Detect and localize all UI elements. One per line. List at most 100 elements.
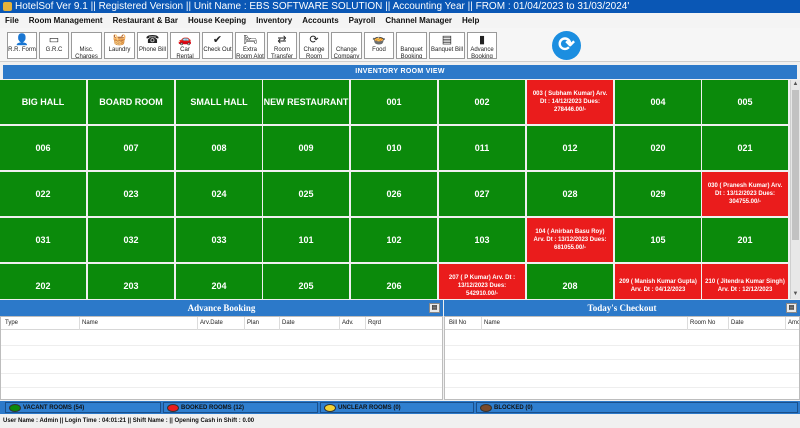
room-transfer-button[interactable]: ⇄ Room Transfer xyxy=(267,32,297,59)
refresh-icon[interactable]: ⟳ xyxy=(552,31,581,60)
room-tile[interactable]: 021 xyxy=(702,126,789,171)
misc-charges-button[interactable]: Misc. Charges xyxy=(71,32,102,59)
legend-item[interactable]: BOOKED ROOMS (12) xyxy=(163,402,318,413)
room-tile[interactable]: 208 xyxy=(527,264,614,299)
advance-booking-expand-button[interactable]: ▤ xyxy=(429,303,440,313)
room-tile[interactable]: NEW RESTAURANT xyxy=(263,80,350,125)
food-button[interactable]: 🍲 Food xyxy=(364,32,394,59)
room-tile[interactable]: 002 xyxy=(439,80,526,125)
advance-booking-table[interactable]: Type Name Arv.Date Plan Date Adv. Rqrd xyxy=(0,316,443,400)
menu-channel-manager[interactable]: Channel Manager xyxy=(380,13,457,28)
room-tile[interactable]: 027 xyxy=(439,172,526,217)
column-header-adv-[interactable]: Adv. xyxy=(339,317,354,330)
room-tile[interactable]: 202 xyxy=(0,264,87,299)
room-tile[interactable]: 008 xyxy=(176,126,263,171)
room-tile[interactable]: 030 ( Pranesh Kumar) Arv. Dt : 13/12/202… xyxy=(702,172,789,217)
laundry-button[interactable]: 🧺 Laundry xyxy=(104,32,135,59)
room-tile[interactable]: 010 xyxy=(351,126,438,171)
menu-room-management[interactable]: Room Management xyxy=(24,13,108,28)
change-company-label: Change Company xyxy=(333,47,360,59)
room-tile[interactable]: 032 xyxy=(88,218,175,263)
room-tile[interactable]: 020 xyxy=(615,126,702,171)
room-tile[interactable]: 209 ( Manish Kumar Gupta) Arv. Dt : 04/1… xyxy=(615,264,702,299)
check-out-button[interactable]: ✔ Check Out xyxy=(202,32,233,59)
room-tile[interactable]: 031 xyxy=(0,218,87,263)
room-tile[interactable]: 103 xyxy=(439,218,526,263)
menu-house-keeping[interactable]: House Keeping xyxy=(183,13,251,28)
legend-item[interactable]: BLOCKED (0) xyxy=(476,402,798,413)
room-tile[interactable]: 025 xyxy=(263,172,350,217)
room-tile[interactable]: 026 xyxy=(351,172,438,217)
column-header-room-no[interactable]: Room No xyxy=(687,317,715,330)
room-tile[interactable]: 029 xyxy=(615,172,702,217)
banquet-booking-label: Banquet Booking xyxy=(400,47,423,59)
legend-item[interactable]: UNCLEAR ROOMS (0) xyxy=(320,402,474,413)
room-tile[interactable]: 105 xyxy=(615,218,702,263)
menu-file[interactable]: File xyxy=(0,13,24,28)
room-tile[interactable]: 101 xyxy=(263,218,350,263)
room-tile[interactable]: SMALL HALL xyxy=(176,80,263,125)
room-tile[interactable]: 007 xyxy=(88,126,175,171)
column-header-name[interactable]: Name xyxy=(481,317,500,330)
column-header-arv-date[interactable]: Arv.Date xyxy=(197,317,223,330)
change-room-button[interactable]: ⟳ Change Room xyxy=(299,32,329,59)
column-header-type[interactable]: Type xyxy=(3,317,18,330)
room-tile[interactable]: 003 ( Subham Kumar) Arv. Dt : 14/12/2023… xyxy=(527,80,614,125)
column-header-rqrd[interactable]: Rqrd xyxy=(365,317,381,330)
phone-bill-button[interactable]: ☎ Phone Bill xyxy=(137,32,168,59)
room-tile[interactable]: 006 xyxy=(0,126,87,171)
room-tile[interactable]: 011 xyxy=(439,126,526,171)
menu-inventory[interactable]: Inventory xyxy=(251,13,297,28)
scroll-up-icon[interactable]: ▲ xyxy=(791,80,800,89)
column-header-plan[interactable]: Plan xyxy=(244,317,259,330)
room-tile[interactable]: 206 xyxy=(351,264,438,299)
extra-room-alot-button[interactable]: 🛏 Extra Room Alot xyxy=(235,32,265,59)
menu-payroll[interactable]: Payroll xyxy=(344,13,381,28)
banquet-booking-button[interactable]: Banquet Booking xyxy=(396,32,427,59)
room-tile[interactable]: 102 xyxy=(351,218,438,263)
car-rental-button[interactable]: 🚗 Car Rental xyxy=(170,32,200,59)
scroll-down-icon[interactable]: ▼ xyxy=(791,290,800,299)
room-tile[interactable]: 004 xyxy=(615,80,702,125)
column-header-name[interactable]: Name xyxy=(79,317,98,330)
scrollbar-thumb[interactable] xyxy=(792,90,799,240)
column-header-date[interactable]: Date xyxy=(728,317,744,330)
room-tile[interactable]: 204 xyxy=(176,264,263,299)
room-tile[interactable]: 009 xyxy=(263,126,350,171)
menu-help[interactable]: Help xyxy=(457,13,484,28)
room-tile[interactable]: 207 ( P Kumar) Arv. Dt : 13/12/2023 Dues… xyxy=(439,264,526,299)
room-tile[interactable]: 205 xyxy=(263,264,350,299)
room-tile[interactable]: 028 xyxy=(527,172,614,217)
room-tile[interactable]: 024 xyxy=(176,172,263,217)
room-tile[interactable]: 210 ( Jitendra Kumar Singh) Arv. Dt : 12… xyxy=(702,264,789,299)
room-tile[interactable]: BOARD ROOM xyxy=(88,80,175,125)
menu-restaurant-bar[interactable]: Restaurant & Bar xyxy=(108,13,183,28)
menu-accounts[interactable]: Accounts xyxy=(297,13,343,28)
room-tile[interactable]: 022 xyxy=(0,172,87,217)
room-tile[interactable]: 033 xyxy=(176,218,263,263)
grc-button[interactable]: ▭ G.R.C xyxy=(39,32,69,59)
grc-icon: ▭ xyxy=(48,34,60,46)
room-tile[interactable]: BIG HALL xyxy=(0,80,87,125)
banquet-bill-button[interactable]: ▤ Banquet Bill xyxy=(429,32,465,59)
rr-form-button[interactable]: 👤 R.R. Form xyxy=(7,32,37,59)
legend-item[interactable]: VACANT ROOMS (54) xyxy=(5,402,161,413)
room-tile[interactable]: 005 xyxy=(702,80,789,125)
room-tile[interactable]: 203 xyxy=(88,264,175,299)
todays-checkout-expand-button[interactable]: ▤ xyxy=(786,303,797,313)
room-tile[interactable]: 104 ( Anirban Basu Roy) Arv. Dt : 13/12/… xyxy=(527,218,614,263)
room-tile[interactable]: 023 xyxy=(88,172,175,217)
room-grid-scrollbar[interactable]: ▲ ▼ xyxy=(790,80,800,299)
change-company-button[interactable]: Change Company xyxy=(331,32,362,59)
todays-checkout-table[interactable]: Bill No Name Room No Date Amou xyxy=(444,316,800,400)
column-header-date[interactable]: Date xyxy=(279,317,295,330)
food-icon: 🍲 xyxy=(372,34,386,46)
room-tile[interactable]: 001 xyxy=(351,80,438,125)
room-tile[interactable]: 012 xyxy=(527,126,614,171)
column-header-bill-no[interactable]: Bill No xyxy=(447,317,466,330)
column-header-amou[interactable]: Amou xyxy=(785,317,799,330)
room-tile[interactable]: 201 xyxy=(702,218,789,263)
rr-form-label: R.R. Form xyxy=(8,47,36,53)
advance-booking-button[interactable]: ▮ Advance Booking xyxy=(467,32,497,59)
grc-label: G.R.C xyxy=(45,47,63,53)
